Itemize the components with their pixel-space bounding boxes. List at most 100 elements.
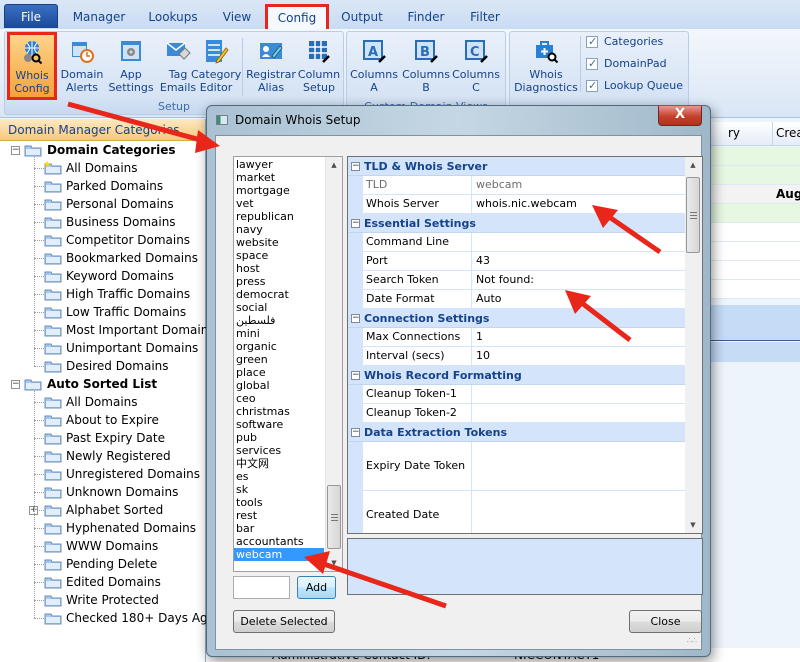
- property-row[interactable]: Cleanup Token-1: [348, 385, 685, 404]
- close-icon[interactable]: X: [658, 106, 702, 126]
- tld-list-item[interactable]: pub: [234, 431, 324, 444]
- tab-filter[interactable]: Filter: [462, 6, 508, 30]
- checkbox-checked[interactable]: [586, 56, 598, 72]
- close-button[interactable]: Close: [629, 610, 702, 633]
- tld-list-item[interactable]: democrat: [234, 288, 324, 301]
- registrar-alias-button[interactable]: Registrar Alias: [245, 34, 297, 98]
- columns-c-button[interactable]: C Columns C: [451, 34, 501, 98]
- property-value[interactable]: 1: [476, 328, 483, 346]
- tree-item[interactable]: Business Domains: [0, 213, 205, 231]
- tld-list-item[interactable]: accountants: [234, 535, 324, 548]
- domainpad-checkbox[interactable]: DomainPad: [586, 56, 667, 74]
- tld-list-item[interactable]: global: [234, 379, 324, 392]
- tree-item[interactable]: All Domains: [0, 159, 205, 177]
- tld-list-scrollbar[interactable]: ▲ ▼: [325, 157, 342, 571]
- checkbox-checked[interactable]: [586, 78, 598, 94]
- scrollbar-thumb[interactable]: [327, 485, 341, 549]
- tld-listbox[interactable]: lawyer market mortgage vet republican navy web…: [233, 156, 343, 572]
- tld-list-item[interactable]: mortgage: [234, 184, 324, 197]
- collapse-icon[interactable]: −: [11, 146, 20, 155]
- columns-b-button[interactable]: B Columns B: [401, 34, 451, 98]
- tree-item[interactable]: Most Important Domains: [0, 321, 215, 339]
- tree-item[interactable]: Past Expiry Date: [0, 429, 205, 447]
- whois-diagnostics-button[interactable]: Whois Diagnostics: [512, 34, 580, 98]
- categories-checkbox[interactable]: Categories: [586, 34, 663, 52]
- collapse-icon[interactable]: −: [351, 314, 360, 323]
- collapse-icon[interactable]: −: [351, 219, 360, 228]
- property-row[interactable]: Whois Server whois.nic.webcam: [348, 195, 685, 214]
- tree-item[interactable]: Unregistered Domains: [0, 465, 205, 483]
- tree-item[interactable]: Newly Registered: [0, 447, 205, 465]
- tld-list-item[interactable]: lawyer: [234, 158, 324, 171]
- tld-list-item[interactable]: tools: [234, 496, 324, 509]
- property-row[interactable]: Port 43: [348, 252, 685, 271]
- lookup-queue-checkbox[interactable]: Lookup Queue: [586, 78, 683, 96]
- tab-config[interactable]: Config: [265, 4, 329, 32]
- whois-config-button[interactable]: Whois Config: [7, 32, 57, 100]
- grid-row[interactable]: [700, 280, 800, 299]
- tld-list-item[interactable]: sk: [234, 483, 324, 496]
- property-value[interactable]: Auto: [476, 290, 502, 308]
- scroll-up-icon[interactable]: ▲: [326, 157, 342, 173]
- grid-row[interactable]: [700, 242, 800, 261]
- columns-a-button[interactable]: A Columns A: [349, 34, 399, 98]
- tab-file[interactable]: File: [4, 4, 58, 28]
- tree-item[interactable]: Desired Domains: [0, 357, 205, 375]
- grid-row[interactable]: [700, 204, 800, 223]
- tld-list-item[interactable]: navy: [234, 223, 324, 236]
- property-row[interactable]: Date Format Auto: [348, 290, 685, 309]
- scroll-down-icon[interactable]: ▼: [326, 555, 342, 571]
- column-setup-button[interactable]: Column Setup: [295, 34, 343, 98]
- tree-item[interactable]: Bookmarked Domains: [0, 249, 205, 267]
- tree-item[interactable]: Low Traffic Domains: [0, 303, 205, 321]
- property-category[interactable]: − Whois Record Formatting: [348, 366, 685, 385]
- tld-list-item[interactable]: website: [234, 236, 324, 249]
- resize-grip-icon[interactable]: ∴∴: [687, 636, 697, 645]
- property-value[interactable]: Not found:: [476, 271, 534, 289]
- property-value[interactable]: 43: [476, 252, 490, 270]
- tab-output[interactable]: Output: [334, 6, 390, 30]
- tld-list-item[interactable]: social: [234, 301, 324, 314]
- tree-item[interactable]: Unknown Domains: [0, 483, 205, 501]
- grid-header-expiry[interactable]: ry: [728, 126, 740, 140]
- property-row[interactable]: Expiry Date Token: [348, 442, 685, 491]
- tree-item[interactable]: Edited Domains: [0, 573, 205, 591]
- tld-list-item[interactable]: mini: [234, 327, 324, 340]
- tld-list-item[interactable]: republican: [234, 210, 324, 223]
- property-row[interactable]: Command Line: [348, 233, 685, 252]
- property-value[interactable]: whois.nic.webcam: [476, 195, 577, 213]
- scrollbar-thumb[interactable]: [686, 177, 700, 253]
- tree-item[interactable]: Competitor Domains: [0, 231, 205, 249]
- tld-list-item[interactable]: market: [234, 171, 324, 184]
- property-row[interactable]: TLD webcam: [348, 176, 685, 195]
- tld-list-item[interactable]: 中文网: [234, 457, 324, 470]
- collapse-icon[interactable]: −: [351, 162, 360, 171]
- tab-lookups[interactable]: Lookups: [140, 6, 206, 30]
- property-category[interactable]: − Data Extraction Tokens: [348, 423, 685, 442]
- grid-header-created[interactable]: Crea: [776, 126, 800, 140]
- tree-item[interactable]: Pending Delete: [0, 555, 205, 573]
- add-button[interactable]: Add: [297, 576, 336, 599]
- tld-list-item[interactable]: rest: [234, 509, 324, 522]
- property-value[interactable]: 10: [476, 347, 490, 365]
- tld-list-item[interactable]: space: [234, 249, 324, 262]
- tld-list-item[interactable]: organic: [234, 340, 324, 353]
- tld-list-item[interactable]: es: [234, 470, 324, 483]
- category-editor-button[interactable]: Category Editor: [191, 34, 241, 98]
- tld-list-item[interactable]: vet: [234, 197, 324, 210]
- tld-list-item[interactable]: press: [234, 275, 324, 288]
- property-category[interactable]: − Essential Settings: [348, 214, 685, 233]
- tld-list-item[interactable]: software: [234, 418, 324, 431]
- grid-row[interactable]: [700, 261, 800, 280]
- tree-item[interactable]: Checked 180+ Days Ago: [0, 609, 215, 627]
- app-settings-button[interactable]: App Settings: [103, 34, 159, 98]
- tree-item[interactable]: Write Protected: [0, 591, 205, 609]
- tld-list-item[interactable]: bar: [234, 522, 324, 535]
- tab-manager[interactable]: Manager: [66, 6, 132, 30]
- scroll-up-icon[interactable]: ▲: [685, 157, 701, 173]
- tld-list-item[interactable]: green: [234, 353, 324, 366]
- domain-alerts-button[interactable]: Domain Alerts: [57, 34, 107, 98]
- grid-row[interactable]: [700, 223, 800, 242]
- tree-item[interactable]: + Alphabet Sorted: [0, 501, 205, 519]
- collapse-icon[interactable]: −: [351, 371, 360, 380]
